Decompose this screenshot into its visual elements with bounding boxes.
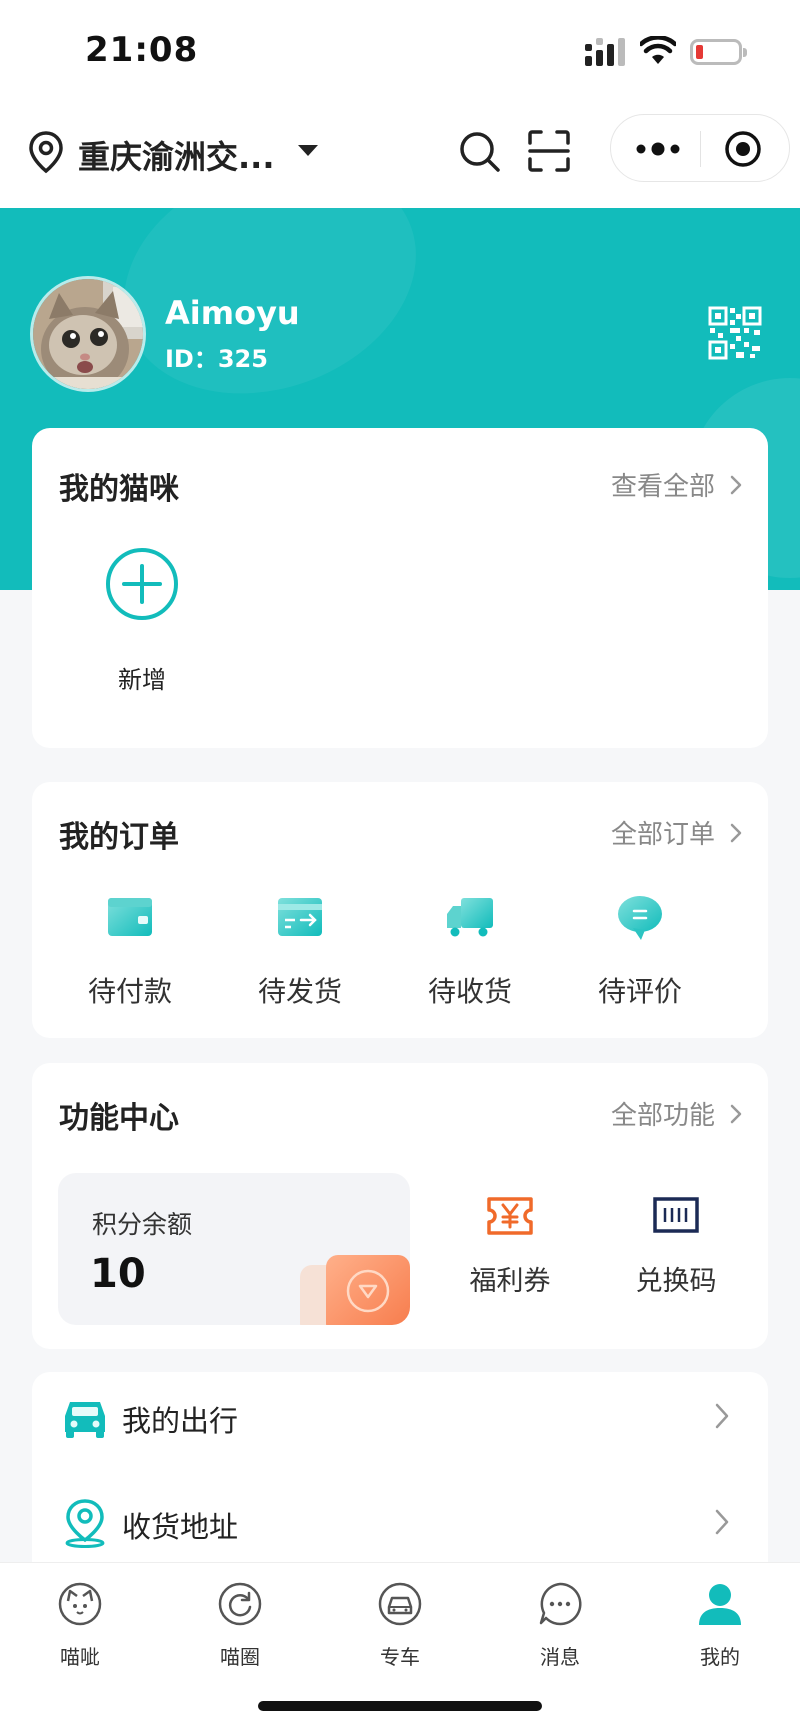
car-icon — [378, 1582, 422, 1626]
tab-messages-label: 消息 — [540, 1645, 580, 1669]
my-orders-card: 我的订单 全部订单 待付款 待发货 待收货 待评价 — [32, 782, 768, 1038]
tab-mine-label: 我的 — [700, 1645, 740, 1669]
welfare-coupon-label: 福利券 — [469, 1266, 551, 1297]
my-cats-card: 我的猫咪 查看全部 新增 — [32, 428, 768, 748]
tab-mine[interactable]: 我的 — [660, 1573, 780, 1683]
card-arrow-icon — [278, 898, 322, 936]
order-pending-payment[interactable]: 待付款 — [45, 892, 215, 1022]
chevron-right-icon — [730, 1104, 742, 1123]
points-balance-label: 积分余额 — [92, 1210, 193, 1239]
tab-miaoquan-label: 喵圈 — [220, 1645, 260, 1669]
yen-coupon-icon — [487, 1197, 533, 1235]
tab-zhuanche-label: 专车 — [380, 1645, 420, 1669]
all-functions-link[interactable]: 全部功能 — [611, 1095, 743, 1132]
message-icon — [539, 1582, 582, 1626]
list-item-my-trips[interactable]: 我的出行 — [32, 1372, 768, 1462]
points-balance-value: 10 — [90, 1251, 146, 1297]
car-icon — [65, 1402, 105, 1438]
wallet-icon — [108, 898, 152, 936]
view-all-cats-label: 查看全部 — [610, 472, 715, 502]
top-nav-bar: 重庆渝洲交... — [0, 100, 800, 208]
tab-miaoci[interactable]: 喵呲 — [20, 1573, 140, 1683]
home-indicator — [258, 1701, 542, 1711]
chevron-right-icon — [730, 475, 742, 494]
profile-name: Aimoyu — [165, 294, 300, 332]
order-pending-receipt-label: 待收货 — [427, 975, 512, 1008]
welfare-coupon-entry[interactable]: 福利券 — [440, 1193, 580, 1313]
cellular-signal-icon — [585, 38, 625, 66]
points-balance-card[interactable]: 积分余额 10 — [58, 1173, 410, 1325]
mini-program-capsule — [610, 114, 790, 182]
my-cats-title: 我的猫咪 — [59, 472, 179, 507]
list-item-my-trips-label: 我的出行 — [122, 1404, 239, 1438]
order-pending-payment-label: 待付款 — [87, 975, 172, 1008]
barcode-icon — [653, 1197, 699, 1233]
chat-bubble-icon — [618, 896, 662, 940]
avatar[interactable] — [30, 276, 146, 392]
redeem-code-entry[interactable]: 兑换码 — [606, 1193, 746, 1313]
tab-zhuanche[interactable]: 专车 — [340, 1573, 460, 1683]
tab-miaoci-label: 喵呲 — [60, 1645, 100, 1669]
chevron-right-icon — [715, 1509, 729, 1535]
truck-icon — [447, 898, 493, 937]
more-options-icon[interactable] — [633, 135, 683, 163]
close-program-icon[interactable] — [723, 129, 763, 169]
tab-miaoquan[interactable]: 喵圈 — [180, 1573, 300, 1683]
function-center-title: 功能中心 — [59, 1101, 179, 1136]
function-center-card: 功能中心 全部功能 积分余额 10 福利券 兑换码 — [32, 1063, 768, 1349]
tab-messages[interactable]: 消息 — [500, 1573, 620, 1683]
profile-id: ID：325 — [165, 345, 268, 373]
location-selector[interactable]: 重庆渝洲交... — [78, 132, 274, 178]
order-pending-shipment[interactable]: 待发货 — [215, 892, 385, 1022]
user-icon — [699, 1584, 741, 1625]
my-orders-title: 我的订单 — [59, 820, 179, 855]
caret-down-icon[interactable] — [298, 145, 318, 156]
redeem-code-label: 兑换码 — [635, 1266, 717, 1297]
list-item-shipping-address[interactable]: 收货地址 — [32, 1478, 768, 1568]
all-orders-link[interactable]: 全部订单 — [611, 814, 743, 851]
chevron-right-icon — [730, 823, 742, 842]
order-pending-shipment-label: 待发货 — [257, 975, 342, 1008]
list-item-shipping-address-label: 收货地址 — [122, 1510, 239, 1544]
chevron-right-icon — [715, 1403, 729, 1429]
all-functions-label: 全部功能 — [610, 1101, 715, 1131]
add-cat-icon[interactable] — [104, 546, 180, 622]
circle-refresh-icon — [218, 1582, 262, 1626]
view-all-cats-link[interactable]: 查看全部 — [611, 466, 743, 503]
status-bar: 21:08 — [0, 0, 800, 100]
capsule-divider — [700, 131, 701, 167]
order-pending-review[interactable]: 待评价 — [555, 892, 725, 1022]
diamond-badge-icon — [300, 1255, 410, 1325]
search-icon[interactable] — [458, 130, 500, 172]
status-time: 21:08 — [85, 30, 199, 70]
order-pending-review-label: 待评价 — [597, 975, 682, 1008]
order-pending-receipt[interactable]: 待收货 — [385, 892, 555, 1022]
wifi-icon — [640, 36, 676, 64]
location-pin-icon[interactable] — [28, 130, 64, 174]
cat-face-icon — [58, 1582, 102, 1626]
scan-icon[interactable] — [528, 130, 570, 172]
all-orders-label: 全部订单 — [610, 820, 715, 850]
location-pin-icon — [65, 1499, 105, 1548]
qr-code-icon[interactable] — [708, 306, 762, 360]
add-cat-label[interactable]: 新增 — [97, 660, 187, 695]
battery-icon — [690, 39, 747, 65]
